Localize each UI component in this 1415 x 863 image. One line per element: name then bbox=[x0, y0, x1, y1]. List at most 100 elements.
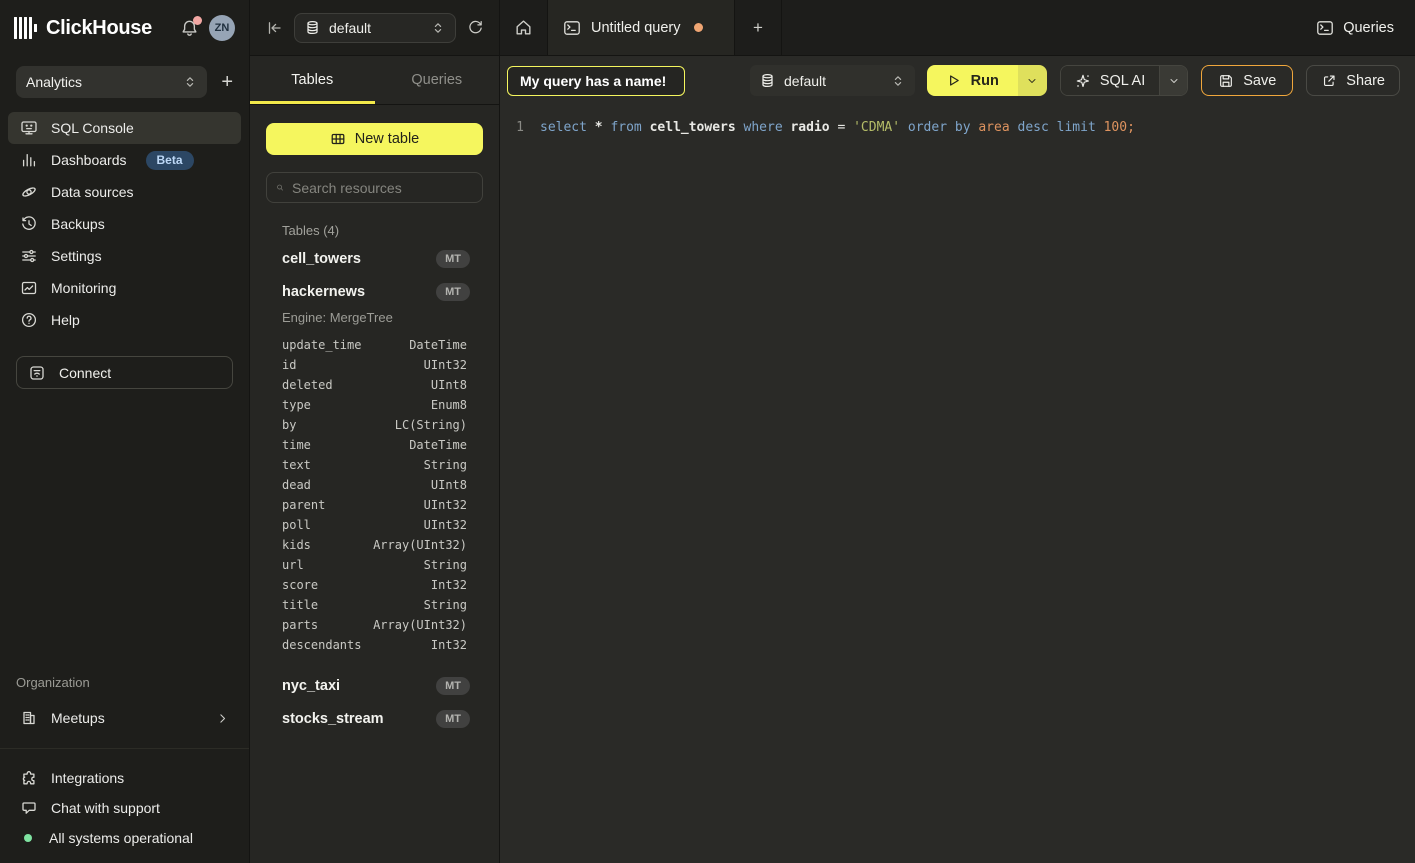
table-row-nyc-taxi[interactable]: nyc_taxi MT bbox=[266, 669, 483, 702]
column-row[interactable]: deadUInt8 bbox=[266, 475, 483, 495]
column-row[interactable]: idUInt32 bbox=[266, 355, 483, 375]
query-name-input[interactable] bbox=[507, 66, 685, 96]
notification-dot bbox=[193, 16, 202, 25]
column-row[interactable]: timeDateTime bbox=[266, 435, 483, 455]
column-type: DateTime bbox=[409, 438, 467, 452]
column-row[interactable]: kidsArray(UInt32) bbox=[266, 535, 483, 555]
database-selector-value: default bbox=[329, 20, 371, 36]
column-row[interactable]: byLC(String) bbox=[266, 415, 483, 435]
sidebar-item-label: Chat with support bbox=[51, 800, 160, 816]
sidebar-item-chat-support[interactable]: Chat with support bbox=[8, 793, 241, 823]
backups-icon bbox=[20, 215, 38, 233]
sql-ai-button[interactable]: SQL AI bbox=[1061, 66, 1159, 95]
refresh-icon[interactable] bbox=[467, 19, 484, 36]
column-row[interactable]: urlString bbox=[266, 555, 483, 575]
workspace-selector[interactable]: Analytics bbox=[16, 66, 207, 98]
sidebar-item-sql-console[interactable]: SQL Console bbox=[8, 112, 241, 144]
table-row-hackernews[interactable]: hackernews MT bbox=[266, 275, 483, 308]
brand-title: ClickHouse bbox=[46, 17, 152, 40]
notifications-button[interactable] bbox=[180, 19, 199, 38]
add-workspace-button[interactable]: + bbox=[221, 72, 233, 92]
column-row[interactable]: parentUInt32 bbox=[266, 495, 483, 515]
column-name: by bbox=[282, 418, 296, 432]
column-row[interactable]: poll UInt32 bbox=[266, 515, 483, 535]
database-selector[interactable]: default bbox=[294, 13, 456, 43]
chevron-updown-icon bbox=[891, 73, 905, 89]
terminal-icon bbox=[1316, 19, 1334, 37]
column-row[interactable]: partsArray(UInt32) bbox=[266, 615, 483, 635]
column-type: Int32 bbox=[431, 578, 467, 592]
home-icon bbox=[514, 18, 533, 37]
column-type: UInt32 bbox=[424, 518, 467, 532]
avatar[interactable]: ZN bbox=[209, 15, 235, 41]
column-type: DateTime bbox=[409, 338, 467, 352]
share-button[interactable]: Share bbox=[1306, 65, 1400, 96]
sidebar-item-label: Backups bbox=[51, 216, 105, 232]
workspace-selector-value: Analytics bbox=[26, 74, 82, 90]
engine-badge: MT bbox=[436, 710, 470, 728]
run-button[interactable]: Run bbox=[927, 65, 1018, 96]
sql-ai-label: SQL AI bbox=[1100, 73, 1145, 89]
tab-tables[interactable]: Tables bbox=[250, 56, 375, 104]
code-token: * bbox=[595, 120, 611, 135]
save-button[interactable]: Save bbox=[1201, 65, 1293, 96]
column-name: kids bbox=[282, 538, 311, 552]
run-button-group: Run bbox=[927, 65, 1047, 96]
connect-icon bbox=[28, 364, 46, 382]
sql-editor[interactable]: 1 select * from cell_towers where radio … bbox=[500, 105, 1415, 863]
column-row[interactable]: update_timeDateTime bbox=[266, 335, 483, 355]
sidebar-item-settings[interactable]: Settings bbox=[8, 240, 241, 272]
connect-button[interactable]: Connect bbox=[16, 356, 233, 389]
queries-button[interactable]: Queries bbox=[1295, 0, 1415, 55]
table-row-cell-towers[interactable]: cell_towers MT bbox=[266, 242, 483, 275]
sidebar-item-meetups[interactable]: Meetups bbox=[8, 702, 241, 734]
column-type: Array(UInt32) bbox=[373, 618, 467, 632]
new-table-button[interactable]: New table bbox=[266, 123, 483, 155]
engine-badge: MT bbox=[436, 250, 470, 268]
sidebar-item-dashboards[interactable]: Dashboards Beta bbox=[8, 144, 241, 176]
resource-panel-tabs: Tables Queries bbox=[250, 56, 499, 105]
sidebar-item-backups[interactable]: Backups bbox=[8, 208, 241, 240]
save-icon bbox=[1218, 73, 1234, 89]
code-line: 1 select * from cell_towers where radio … bbox=[500, 118, 1415, 138]
sidebar-item-label: Meetups bbox=[51, 710, 105, 726]
column-row[interactable]: scoreInt32 bbox=[266, 575, 483, 595]
sidebar-item-system-status[interactable]: All systems operational bbox=[8, 823, 241, 853]
toolbar-database-selector[interactable]: default bbox=[750, 65, 915, 96]
beta-badge: Beta bbox=[146, 151, 194, 170]
code-token: order by bbox=[908, 120, 978, 135]
query-tabbar: Untitled query + Queries bbox=[500, 0, 1415, 56]
code-token: = bbox=[837, 120, 853, 135]
run-options-button[interactable] bbox=[1018, 65, 1047, 96]
sidebar-item-label: Integrations bbox=[51, 770, 124, 786]
home-button[interactable] bbox=[500, 0, 548, 55]
column-name: url bbox=[282, 558, 304, 572]
tab-queries[interactable]: Queries bbox=[375, 56, 500, 104]
sidebar-item-data-sources[interactable]: Data sources bbox=[8, 176, 241, 208]
table-row-stocks-stream[interactable]: stocks_stream MT bbox=[266, 702, 483, 735]
collapse-panel-icon[interactable] bbox=[265, 19, 283, 37]
sidebar-item-help[interactable]: Help bbox=[8, 304, 241, 336]
code-token: radio bbox=[790, 120, 837, 135]
column-row[interactable]: descendantsInt32 bbox=[266, 635, 483, 655]
column-row[interactable]: textString bbox=[266, 455, 483, 475]
new-query-tab-button[interactable]: + bbox=[735, 0, 782, 55]
column-name: deleted bbox=[282, 378, 333, 392]
sidebar-item-monitoring[interactable]: Monitoring bbox=[8, 272, 241, 304]
tab-untitled-query[interactable]: Untitled query bbox=[548, 0, 735, 55]
column-name: title bbox=[282, 598, 318, 612]
column-name: poll bbox=[282, 518, 311, 532]
sql-ai-options-button[interactable] bbox=[1159, 66, 1187, 95]
sidebar-item-label: Monitoring bbox=[51, 280, 116, 296]
chevron-down-icon bbox=[1026, 75, 1038, 87]
share-icon bbox=[1321, 73, 1337, 89]
column-type: UInt32 bbox=[424, 358, 467, 372]
clickhouse-logo-icon bbox=[14, 16, 37, 40]
column-row[interactable]: titleString bbox=[266, 595, 483, 615]
sidebar-item-label: SQL Console bbox=[51, 120, 134, 136]
column-row[interactable]: typeEnum8 bbox=[266, 395, 483, 415]
column-row[interactable]: deletedUInt8 bbox=[266, 375, 483, 395]
search-input[interactable] bbox=[292, 180, 473, 196]
resource-panel-topbar: default bbox=[250, 0, 499, 56]
sidebar-item-integrations[interactable]: Integrations bbox=[8, 763, 241, 793]
